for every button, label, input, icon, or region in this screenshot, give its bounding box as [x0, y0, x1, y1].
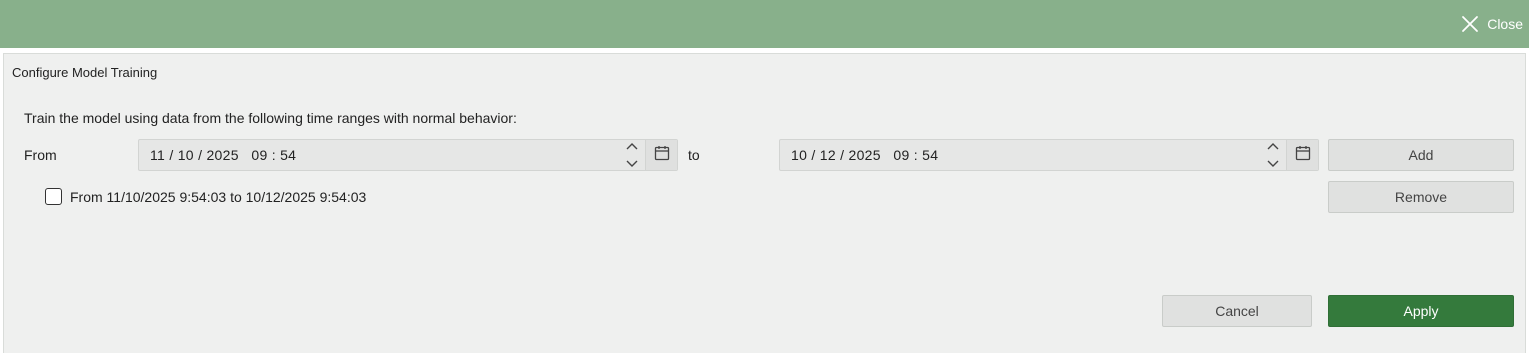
- from-datetime-value: 11 / 10 / 2025 09 : 54: [150, 147, 297, 163]
- close-label: Close: [1487, 16, 1523, 32]
- calendar-icon: [654, 145, 670, 166]
- chevron-down-icon[interactable]: [626, 155, 638, 173]
- close-button[interactable]: Close: [1461, 13, 1523, 35]
- from-calendar-button[interactable]: [645, 140, 677, 170]
- range-label: From 11/10/2025 9:54:03 to 10/12/2025 9:…: [70, 188, 367, 205]
- apply-button[interactable]: Apply: [1328, 295, 1514, 327]
- chevron-up-icon[interactable]: [626, 137, 638, 155]
- calendar-icon: [1295, 145, 1311, 166]
- top-bar: Close: [0, 0, 1529, 48]
- to-datetime-value: 10 / 12 / 2025 09 : 54: [791, 147, 939, 163]
- from-datetime-input[interactable]: 11 / 10 / 2025 09 : 54: [138, 139, 678, 171]
- configure-panel: Configure Model Training Train the model…: [3, 53, 1526, 353]
- chevron-down-icon[interactable]: [1267, 155, 1279, 173]
- to-datetime-input[interactable]: 10 / 12 / 2025 09 : 54: [779, 139, 1319, 171]
- add-button[interactable]: Add: [1328, 139, 1514, 171]
- close-icon: [1461, 15, 1479, 33]
- to-calendar-button[interactable]: [1286, 140, 1318, 170]
- panel-title: Configure Model Training: [12, 65, 158, 80]
- range-checkbox[interactable]: [45, 188, 62, 205]
- to-label: to: [688, 147, 700, 163]
- instruction-text: Train the model using data from the foll…: [24, 110, 517, 126]
- chevron-up-icon[interactable]: [1267, 137, 1279, 155]
- range-list-item[interactable]: From 11/10/2025 9:54:03 to 10/12/2025 9:…: [45, 188, 366, 205]
- from-label: From: [24, 147, 57, 163]
- cancel-button[interactable]: Cancel: [1162, 295, 1312, 327]
- from-spinner[interactable]: [619, 140, 645, 170]
- to-spinner[interactable]: [1260, 140, 1286, 170]
- remove-button[interactable]: Remove: [1328, 181, 1514, 213]
